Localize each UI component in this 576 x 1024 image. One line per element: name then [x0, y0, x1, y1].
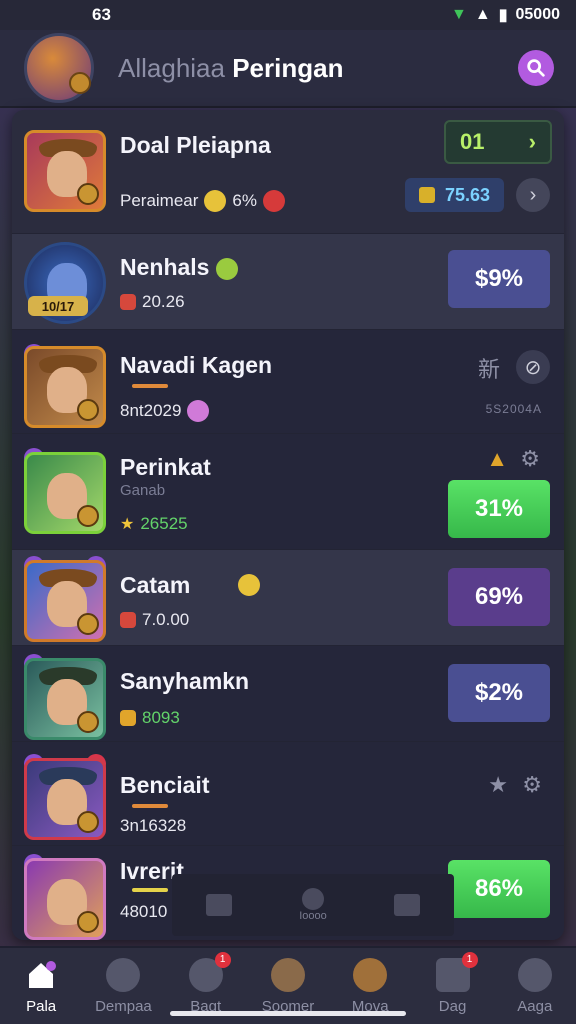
tab-profile[interactable]: Aaga — [494, 948, 576, 1024]
bag-icon: 1 — [188, 951, 231, 992]
status-clock: 05000 — [515, 6, 561, 23]
character-icon — [353, 957, 388, 992]
notification-badge: 1 — [461, 951, 478, 968]
player-name: Benciait — [120, 772, 210, 798]
progress-bar — [132, 384, 168, 388]
chevron-right-icon: › — [528, 129, 536, 154]
user-avatar[interactable] — [24, 33, 94, 103]
hero-portrait — [24, 758, 106, 840]
expand-button[interactable]: › — [516, 178, 550, 212]
search-button[interactable] — [518, 50, 554, 86]
toolbar-center[interactable]: Ioooo — [299, 888, 327, 922]
home-indicator — [170, 1011, 406, 1016]
toolbar-button[interactable] — [205, 894, 232, 916]
percent-tag[interactable]: 31% — [448, 480, 550, 538]
emoji-icon — [215, 257, 238, 280]
tab-mail[interactable]: 1 Dag — [411, 948, 493, 1024]
player-name: Nenhals — [120, 254, 238, 281]
search-icon — [527, 59, 545, 77]
player-name: Doal Pleiapna — [120, 132, 271, 158]
mail-icon: 1 — [435, 951, 478, 992]
settings-icon[interactable]: ⚙ — [520, 446, 540, 472]
status-time: 63 — [92, 5, 111, 24]
smile-icon — [238, 574, 260, 596]
player-id: 5S2004A — [485, 402, 542, 416]
hero-portrait — [24, 560, 106, 642]
coin-icon — [418, 187, 435, 203]
coin-pill: 75.63 — [404, 178, 504, 212]
player-stats: 7.0.00 — [120, 610, 189, 630]
compass-icon — [106, 957, 141, 992]
hero-icon — [270, 957, 305, 992]
avatar-badge-icon — [69, 72, 91, 94]
status-icons: ▼ ▲ ▮ 05000 — [451, 5, 560, 25]
smile-icon — [204, 190, 227, 212]
hero-portrait — [24, 130, 106, 212]
list-item[interactable]: Y X Catam 7.0.00 69% — [12, 550, 564, 646]
profile-icon — [517, 957, 552, 992]
page-title: Allaghiaa Peringan — [118, 52, 344, 83]
drop-icon — [301, 888, 324, 910]
list-item[interactable]: Y Perinkat Ganab ★ 26525 ▲ ⚙ 31% — [12, 434, 564, 550]
crown-icon: ▲ — [486, 446, 508, 471]
gem-icon — [120, 612, 136, 628]
player-stats: 8093 — [120, 708, 180, 728]
signal-icon: ▲ — [474, 6, 491, 23]
score-pill[interactable]: 01 › — [444, 120, 552, 164]
player-stats: 8nt2029 — [120, 400, 210, 422]
list-item[interactable]: Y Sanyhamkn 8093 $2% — [12, 646, 564, 742]
notification-badge: 1 — [214, 951, 231, 968]
player-name: Catam — [120, 572, 191, 598]
list-item[interactable]: 10/17 Nenhals 20.26 $9% — [12, 234, 564, 330]
player-name: Navadi Kagen — [120, 352, 273, 378]
toolbar-button[interactable] — [394, 894, 421, 916]
hero-portrait — [24, 858, 106, 940]
progress-bar — [132, 804, 168, 808]
player-name: Perinkat — [120, 454, 211, 480]
bottom-tab-bar: Pala Dempaa 1 Bagt Soomer Mova 1 Dag Aag… — [0, 946, 576, 1024]
hero-portrait — [24, 658, 106, 740]
language-icon: 新 — [477, 357, 500, 382]
settings-icon[interactable]: ⚙ — [522, 772, 542, 798]
percent-tag[interactable]: $2% — [448, 664, 550, 722]
wifi-icon: ▼ — [451, 6, 467, 23]
list-item[interactable]: Y Navadi Kagen 8nt2029 新 ⊘ 5S2004A — [12, 330, 564, 434]
star-icon[interactable]: ★ — [488, 772, 508, 798]
star-icon: ★ — [120, 516, 135, 533]
percent-tag[interactable]: 86% — [448, 860, 550, 918]
tab-explore[interactable]: Dempaa — [82, 948, 164, 1024]
list-item[interactable]: Y X Benciait 3n16328 ★ ⚙ — [12, 742, 564, 846]
gem-icon — [120, 294, 136, 310]
player-stats: ★ 26525 — [120, 514, 188, 533]
tab-home[interactable]: Pala — [0, 948, 82, 1024]
player-guild: Ganab — [120, 482, 166, 499]
coin-icon — [120, 710, 136, 726]
leaderboard-list: Doal Pleiapna Peraimear 6% 01 › 75.63 › … — [12, 110, 564, 940]
flame-icon — [263, 190, 285, 212]
block-button[interactable]: ⊘ — [516, 350, 550, 384]
player-stats: 20.26 — [120, 292, 185, 312]
progress-bar — [132, 888, 168, 892]
gem-icon — [187, 400, 210, 422]
hero-portrait — [24, 452, 106, 534]
player-name: Sanyhamkn — [120, 668, 250, 694]
battery-icon: ▮ — [498, 7, 508, 24]
hero-portrait — [24, 346, 106, 428]
home-icon — [24, 958, 58, 992]
level-badge: 10/17 — [28, 296, 88, 316]
app-header: Allaghiaa Peringan — [0, 30, 576, 108]
status-bar: 63 ▼ ▲ ▮ 05000 — [0, 0, 576, 30]
player-stats: 3n16328 — [120, 816, 187, 835]
percent-tag[interactable]: 69% — [448, 568, 550, 626]
player-stats: 48010 — [120, 902, 168, 921]
list-item[interactable]: Doal Pleiapna Peraimear 6% 01 › 75.63 › — [12, 110, 564, 234]
percent-tag[interactable]: $9% — [448, 250, 550, 308]
floating-toolbar: Ioooo — [172, 874, 454, 936]
player-stats: Peraimear 6% — [120, 190, 285, 212]
